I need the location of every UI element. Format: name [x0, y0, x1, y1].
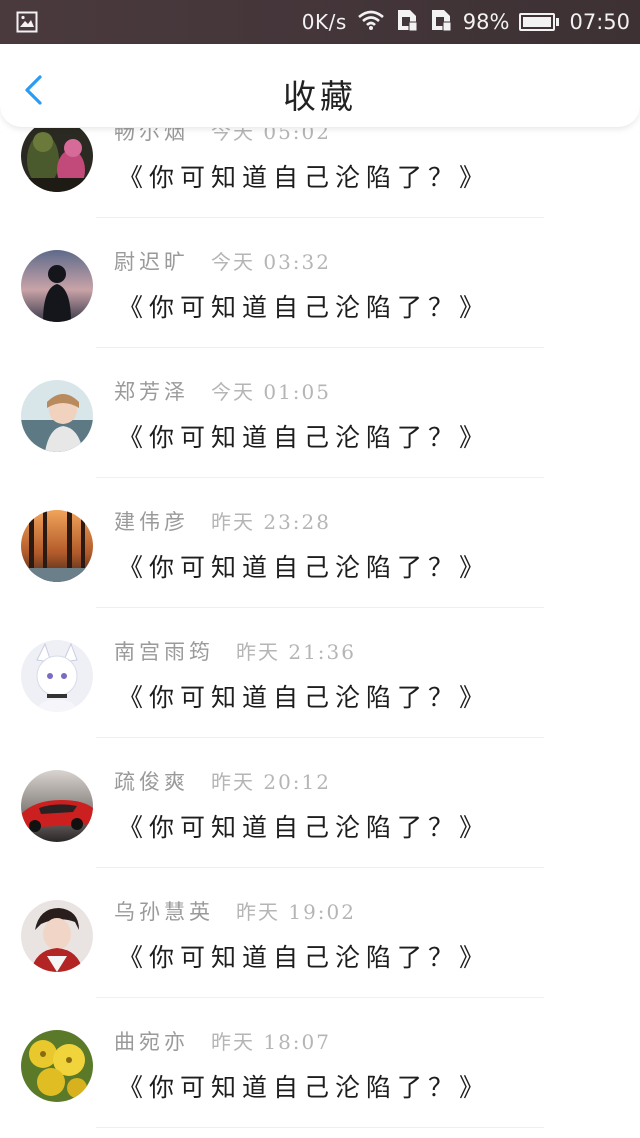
message-text: 《你可知道自己沦陷了？》: [118, 943, 491, 972]
username: 建伟彦: [114, 510, 189, 534]
avatar[interactable]: [21, 900, 93, 972]
message-text: 《你可知道自己沦陷了？》: [118, 1073, 491, 1102]
message-text: 《你可知道自己沦陷了？》: [118, 423, 491, 452]
wifi-icon: [357, 9, 385, 36]
username: 郑芳泽: [114, 380, 189, 404]
status-bar: 0K/s 98% 07:50: [0, 0, 640, 44]
avatar[interactable]: [21, 1030, 93, 1102]
clock: 07:50: [569, 10, 630, 34]
avatar[interactable]: [21, 380, 93, 452]
username: 疏俊爽: [114, 770, 189, 794]
timestamp: 昨天 20:12: [211, 770, 331, 794]
message-text: 《你可知道自己沦陷了？》: [118, 813, 491, 842]
username: 南宫雨筠: [114, 640, 214, 664]
avatar[interactable]: [21, 128, 93, 192]
list-item[interactable]: 南宫雨筠 昨天 21:36 《你可知道自己沦陷了？》: [0, 608, 640, 738]
username: 曲宛亦: [114, 1030, 189, 1054]
message-text: 《你可知道自己沦陷了？》: [118, 163, 491, 192]
avatar[interactable]: [21, 250, 93, 322]
page-title: 收藏: [283, 77, 357, 116]
divider: [96, 1127, 544, 1128]
list-item[interactable]: 郑芳泽 今天 01:05 《你可知道自己沦陷了？》: [0, 348, 640, 478]
timestamp: 昨天 19:02: [236, 900, 356, 924]
message-text: 《你可知道自己沦陷了？》: [118, 553, 491, 582]
header: 收藏: [0, 44, 640, 128]
network-speed: 0K/s: [301, 10, 347, 34]
message-text: 《你可知道自己沦陷了？》: [118, 683, 491, 712]
favorites-list: 畅尔烟 今天 05:02 《你可知道自己沦陷了？》 尉迟旷 今天 03:32 《…: [0, 128, 640, 1138]
timestamp: 今天 03:32: [211, 250, 331, 274]
timestamp: 今天 01:05: [211, 380, 331, 404]
avatar[interactable]: [21, 770, 93, 842]
list-item[interactable]: 乌孙慧英 昨天 19:02 《你可知道自己沦陷了？》: [0, 868, 640, 998]
timestamp: 昨天 18:07: [211, 1030, 331, 1054]
list-item[interactable]: 曲宛亦 昨天 18:07 《你可知道自己沦陷了？》: [0, 998, 640, 1128]
avatar[interactable]: [21, 510, 93, 582]
gallery-icon: [16, 11, 38, 33]
battery-icon: [519, 13, 560, 31]
list-item[interactable]: 畅尔烟 今天 05:02 《你可知道自己沦陷了？》: [0, 128, 640, 218]
sim2-icon: [429, 8, 453, 37]
username: 尉迟旷: [114, 250, 189, 274]
timestamp: 今天 05:02: [211, 128, 331, 144]
timestamp: 昨天 23:28: [211, 510, 331, 534]
username: 乌孙慧英: [114, 900, 214, 924]
username: 畅尔烟: [114, 128, 189, 144]
list-item[interactable]: 疏俊爽 昨天 20:12 《你可知道自己沦陷了？》: [0, 738, 640, 868]
sim1-icon: [395, 8, 419, 37]
timestamp: 昨天 21:36: [236, 640, 356, 664]
list-item[interactable]: 尉迟旷 今天 03:32 《你可知道自己沦陷了？》: [0, 218, 640, 348]
list-item[interactable]: 建伟彦 昨天 23:28 《你可知道自己沦陷了？》: [0, 478, 640, 608]
battery-percent: 98%: [462, 10, 510, 34]
avatar[interactable]: [21, 640, 93, 712]
message-text: 《你可知道自己沦陷了？》: [118, 293, 491, 322]
